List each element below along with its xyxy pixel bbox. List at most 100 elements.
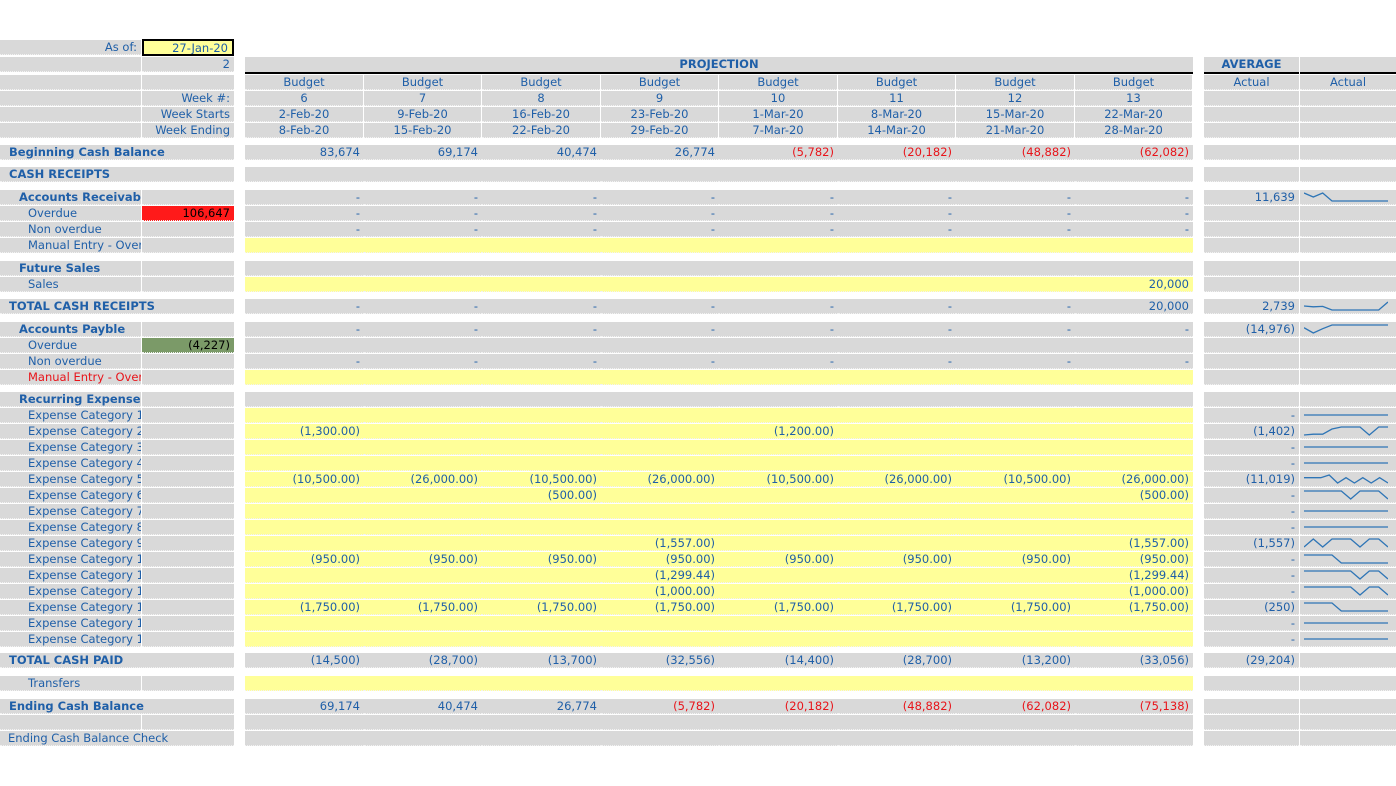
week-value-cell[interactable] bbox=[956, 277, 1075, 292]
week-value-cell[interactable]: (1,300.00) bbox=[245, 424, 364, 439]
week-value-cell[interactable] bbox=[364, 632, 482, 647]
week-value-cell[interactable]: (1,750.00) bbox=[956, 600, 1075, 615]
week-value-cell[interactable] bbox=[956, 408, 1075, 423]
week-value-cell[interactable] bbox=[245, 632, 364, 647]
week-value-cell[interactable]: (26,000.00) bbox=[838, 472, 956, 487]
week-value-cell[interactable] bbox=[364, 424, 482, 439]
week-value-cell[interactable] bbox=[601, 370, 719, 385]
week-value-cell[interactable] bbox=[838, 488, 956, 503]
as-of-date-input[interactable]: 27-Jan-20 bbox=[142, 39, 234, 56]
week-value-cell[interactable] bbox=[364, 456, 482, 471]
week-value-cell[interactable]: (950.00) bbox=[482, 552, 601, 567]
week-value-cell[interactable]: (1,000.00) bbox=[601, 584, 719, 599]
week-value-cell[interactable] bbox=[245, 456, 364, 471]
week-value-cell[interactable]: (950.00) bbox=[245, 552, 364, 567]
week-value-cell[interactable] bbox=[482, 568, 601, 583]
week-value-cell[interactable] bbox=[482, 520, 601, 535]
week-value-cell[interactable] bbox=[956, 424, 1075, 439]
week-value-cell[interactable]: (1,557.00) bbox=[601, 536, 719, 551]
week-value-cell[interactable]: (10,500.00) bbox=[245, 472, 364, 487]
week-value-cell[interactable] bbox=[364, 568, 482, 583]
week-value-cell[interactable] bbox=[364, 277, 482, 292]
week-value-cell[interactable] bbox=[1075, 408, 1193, 423]
week-value-cell[interactable] bbox=[482, 584, 601, 599]
week-value-cell[interactable] bbox=[1075, 424, 1193, 439]
week-value-cell[interactable] bbox=[245, 488, 364, 503]
week-value-cell[interactable] bbox=[245, 408, 364, 423]
week-value-cell[interactable] bbox=[601, 424, 719, 439]
week-value-cell[interactable] bbox=[956, 536, 1075, 551]
week-value-cell[interactable] bbox=[601, 408, 719, 423]
week-value-cell[interactable] bbox=[482, 632, 601, 647]
week-value-cell[interactable] bbox=[956, 520, 1075, 535]
week-value-cell[interactable] bbox=[364, 520, 482, 535]
week-value-cell[interactable] bbox=[601, 616, 719, 631]
week-value-cell[interactable]: (1,299.44) bbox=[1075, 568, 1193, 583]
week-value-cell[interactable] bbox=[956, 616, 1075, 631]
week-value-cell[interactable] bbox=[719, 440, 838, 455]
week-value-cell[interactable] bbox=[482, 238, 601, 253]
week-value-cell[interactable] bbox=[719, 584, 838, 599]
week-value-cell[interactable]: (1,750.00) bbox=[245, 600, 364, 615]
week-value-cell[interactable] bbox=[601, 676, 719, 691]
week-value-cell[interactable]: (1,557.00) bbox=[1075, 536, 1193, 551]
week-value-cell[interactable] bbox=[838, 370, 956, 385]
week-value-cell[interactable] bbox=[956, 488, 1075, 503]
week-value-cell[interactable] bbox=[838, 456, 956, 471]
week-value-cell[interactable]: (950.00) bbox=[364, 552, 482, 567]
week-value-cell[interactable] bbox=[482, 504, 601, 519]
week-value-cell[interactable] bbox=[838, 676, 956, 691]
week-value-cell[interactable] bbox=[245, 568, 364, 583]
week-value-cell[interactable] bbox=[838, 616, 956, 631]
week-value-cell[interactable] bbox=[245, 277, 364, 292]
week-value-cell[interactable] bbox=[245, 584, 364, 599]
week-value-cell[interactable] bbox=[482, 370, 601, 385]
week-value-cell[interactable] bbox=[245, 238, 364, 253]
week-value-cell[interactable] bbox=[719, 632, 838, 647]
week-value-cell[interactable] bbox=[364, 504, 482, 519]
week-value-cell[interactable] bbox=[364, 536, 482, 551]
week-value-cell[interactable] bbox=[1075, 370, 1193, 385]
week-value-cell[interactable] bbox=[719, 616, 838, 631]
week-value-cell[interactable] bbox=[838, 424, 956, 439]
week-value-cell[interactable] bbox=[364, 488, 482, 503]
week-value-cell[interactable] bbox=[364, 238, 482, 253]
week-value-cell[interactable] bbox=[601, 277, 719, 292]
week-value-cell[interactable] bbox=[364, 676, 482, 691]
week-value-cell[interactable] bbox=[245, 616, 364, 631]
week-value-cell[interactable] bbox=[1075, 520, 1193, 535]
week-value-cell[interactable]: (950.00) bbox=[719, 552, 838, 567]
week-value-cell[interactable] bbox=[719, 488, 838, 503]
week-value-cell[interactable] bbox=[601, 238, 719, 253]
week-value-cell[interactable] bbox=[719, 536, 838, 551]
week-value-cell[interactable]: (10,500.00) bbox=[719, 472, 838, 487]
week-value-cell[interactable]: (1,750.00) bbox=[1075, 600, 1193, 615]
week-value-cell[interactable] bbox=[838, 584, 956, 599]
week-value-cell[interactable] bbox=[364, 440, 482, 455]
week-value-cell[interactable] bbox=[245, 504, 364, 519]
week-value-cell[interactable]: (1,299.44) bbox=[601, 568, 719, 583]
week-value-cell[interactable] bbox=[601, 440, 719, 455]
week-value-cell[interactable] bbox=[838, 408, 956, 423]
week-value-cell[interactable]: (1,750.00) bbox=[601, 600, 719, 615]
week-value-cell[interactable] bbox=[245, 440, 364, 455]
week-value-cell[interactable] bbox=[719, 370, 838, 385]
week-value-cell[interactable]: (950.00) bbox=[838, 552, 956, 567]
week-value-cell[interactable] bbox=[838, 632, 956, 647]
week-value-cell[interactable] bbox=[838, 440, 956, 455]
week-value-cell[interactable] bbox=[838, 277, 956, 292]
week-value-cell[interactable] bbox=[956, 238, 1075, 253]
week-value-cell[interactable] bbox=[601, 632, 719, 647]
week-value-cell[interactable] bbox=[719, 277, 838, 292]
week-value-cell[interactable] bbox=[601, 520, 719, 535]
week-value-cell[interactable] bbox=[719, 568, 838, 583]
week-value-cell[interactable] bbox=[1075, 632, 1193, 647]
week-value-cell[interactable] bbox=[364, 584, 482, 599]
week-value-cell[interactable]: (1,750.00) bbox=[482, 600, 601, 615]
week-value-cell[interactable] bbox=[1075, 440, 1193, 455]
week-value-cell[interactable] bbox=[482, 616, 601, 631]
week-value-cell[interactable] bbox=[956, 456, 1075, 471]
week-value-cell[interactable] bbox=[719, 520, 838, 535]
week-value-cell[interactable]: (950.00) bbox=[956, 552, 1075, 567]
week-value-cell[interactable] bbox=[482, 277, 601, 292]
